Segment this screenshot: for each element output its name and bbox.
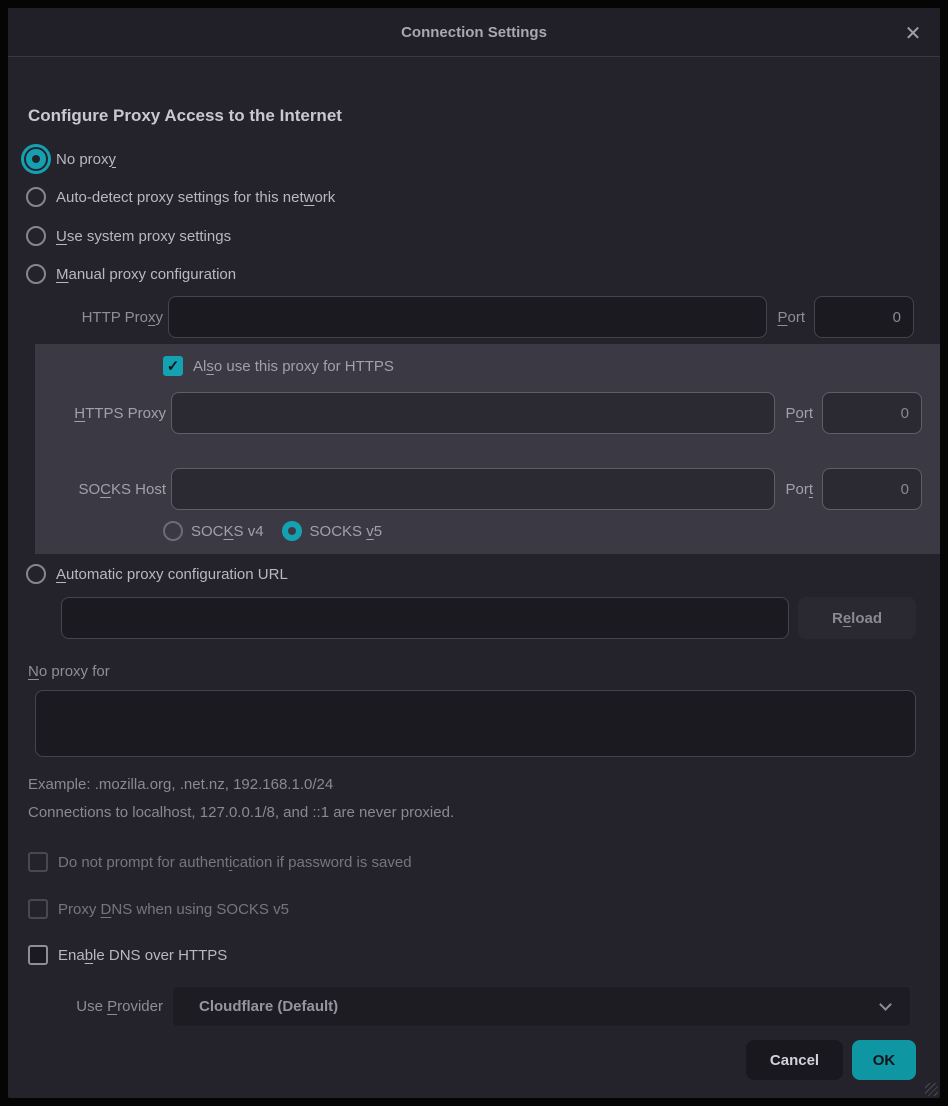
checkbox-label: Enable DNS over HTTPS — [58, 947, 227, 964]
https-socks-section: ✓ Also use this proxy for HTTPS HTTPS Pr… — [35, 344, 940, 554]
radio-label: SOCKS v5 — [310, 523, 383, 540]
checkbox-label: Do not prompt for authentication if pass… — [58, 854, 412, 871]
provider-selected-value: Cloudflare (Default) — [199, 998, 881, 1015]
check-icon: ✓ — [167, 359, 180, 374]
chevron-down-icon — [879, 998, 892, 1011]
no-proxy-for-label: No proxy for — [28, 663, 110, 680]
resize-grip[interactable] — [925, 1083, 938, 1096]
ok-button[interactable]: OK — [852, 1040, 916, 1080]
dialog-title: Connection Settings — [8, 8, 940, 57]
radio-row-manual-proxy[interactable]: Manual proxy configuration — [26, 259, 236, 289]
provider-row: Use Provider Cloudflare (Default) — [28, 986, 911, 1027]
auto-url-input[interactable] — [61, 597, 789, 639]
no-prompt-auth-row: Do not prompt for authentication if pass… — [28, 850, 412, 874]
https-proxy-row: HTTPS Proxy Port — [35, 392, 922, 434]
radio-socks-v4[interactable] — [163, 521, 183, 541]
connection-settings-dialog: Connection Settings ✕ Configure Proxy Ac… — [8, 8, 940, 1098]
socks-host-label: SOCKS Host — [35, 481, 166, 498]
http-proxy-row: HTTP Proxy Port — [28, 296, 914, 338]
enable-doh-row[interactable]: Enable DNS over HTTPS — [28, 943, 227, 967]
radio-label: Automatic proxy configuration URL — [56, 566, 288, 583]
http-port-label: Port — [777, 309, 805, 326]
radio-label: SOCKS v4 — [191, 523, 264, 540]
dialog-buttons: Cancel OK — [746, 1040, 916, 1080]
radio-row-auto-detect[interactable]: Auto-detect proxy settings for this netw… — [26, 182, 335, 212]
auto-url-row: Reload — [61, 597, 916, 639]
radio-row-auto-url[interactable]: Automatic proxy configuration URL — [26, 559, 288, 589]
radio-row-system-proxy[interactable]: Use system proxy settings — [26, 221, 231, 251]
close-icon: ✕ — [905, 21, 922, 46]
reload-button[interactable]: Reload — [798, 597, 916, 639]
https-proxy-input[interactable] — [171, 392, 775, 434]
proxy-dns-socks5-row: Proxy DNS when using SOCKS v5 — [28, 897, 289, 921]
https-proxy-label: HTTPS Proxy — [35, 405, 166, 422]
checkbox-no-prompt-auth[interactable] — [28, 852, 48, 872]
radio-socks-v5[interactable] — [282, 521, 302, 541]
https-port-label: Port — [785, 405, 813, 422]
provider-select[interactable]: Cloudflare (Default) — [172, 986, 911, 1027]
checkbox-label: Proxy DNS when using SOCKS v5 — [58, 901, 289, 918]
radio-label: Manual proxy configuration — [56, 266, 236, 283]
no-proxy-note-text: Connections to localhost, 127.0.0.1/8, a… — [28, 804, 454, 821]
socks-host-input[interactable] — [171, 468, 775, 510]
checkbox-also-use-https[interactable]: ✓ — [163, 356, 183, 376]
radio-auto-detect[interactable] — [26, 187, 46, 207]
socks-port-input[interactable] — [822, 468, 922, 510]
radio-label: Auto-detect proxy settings for this netw… — [56, 189, 335, 206]
radio-manual-proxy[interactable] — [26, 264, 46, 284]
radio-no-proxy[interactable] — [26, 149, 46, 169]
radio-auto-url[interactable] — [26, 564, 46, 584]
radio-label: Use system proxy settings — [56, 228, 231, 245]
http-proxy-label: HTTP Proxy — [28, 309, 163, 326]
dialog-titlebar: Connection Settings ✕ — [8, 8, 940, 57]
also-use-https-row[interactable]: ✓ Also use this proxy for HTTPS — [163, 354, 394, 378]
radio-label: No proxy — [56, 151, 116, 168]
checkbox-label: Also use this proxy for HTTPS — [193, 358, 394, 375]
radio-row-no-proxy[interactable]: No proxy — [26, 144, 116, 174]
no-proxy-example-text: Example: .mozilla.org, .net.nz, 192.168.… — [28, 776, 333, 793]
http-port-input[interactable] — [814, 296, 914, 338]
cancel-button[interactable]: Cancel — [746, 1040, 843, 1080]
radio-system-proxy[interactable] — [26, 226, 46, 246]
close-button[interactable]: ✕ — [898, 18, 928, 48]
use-provider-label: Use Provider — [28, 998, 163, 1015]
https-port-input[interactable] — [822, 392, 922, 434]
checkbox-enable-doh[interactable] — [28, 945, 48, 965]
socks-version-row: SOCKS v4 SOCKS v5 — [163, 517, 382, 545]
http-proxy-input[interactable] — [168, 296, 767, 338]
checkbox-proxy-dns[interactable] — [28, 899, 48, 919]
no-proxy-for-textarea[interactable] — [35, 690, 916, 757]
page-title: Configure Proxy Access to the Internet — [28, 106, 342, 126]
socks-port-label: Port — [785, 481, 813, 498]
socks-host-row: SOCKS Host Port — [35, 468, 922, 510]
